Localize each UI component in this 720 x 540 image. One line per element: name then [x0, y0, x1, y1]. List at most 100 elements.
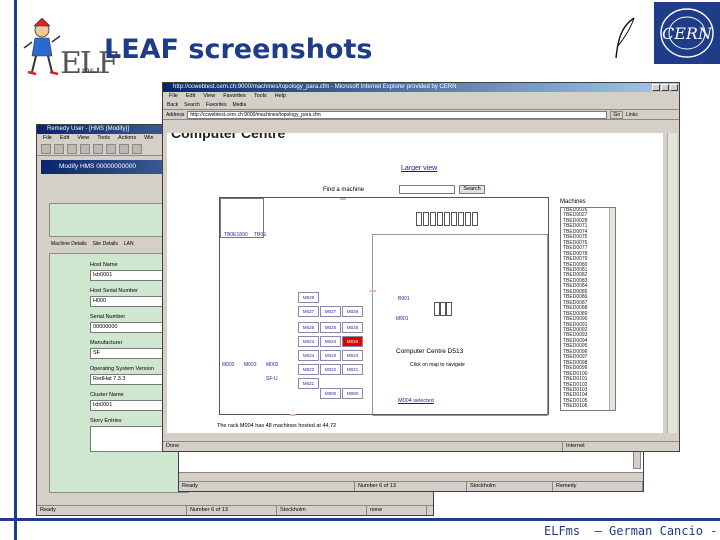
favorites-button[interactable]: Favorites	[206, 100, 227, 109]
elf-logo: ELF ms	[20, 17, 119, 81]
machine-cell[interactable]: M026	[298, 322, 319, 333]
machine-cell[interactable]: M021	[298, 378, 319, 389]
menu-file[interactable]: File	[169, 92, 178, 100]
machine-cell[interactable]: M022	[320, 364, 341, 375]
machine-cell[interactable]: M022	[298, 364, 319, 375]
media-button[interactable]: Media	[233, 100, 247, 109]
machine-cell[interactable]: M026	[342, 306, 363, 317]
status-done: Done	[163, 442, 563, 451]
elf-figure-icon	[23, 17, 61, 76]
bottom-rule	[0, 518, 720, 521]
page-heading: Computer Centre	[171, 133, 286, 141]
menu-file[interactable]: File	[43, 134, 52, 142]
menu-view[interactable]: View	[203, 92, 215, 100]
cern-logo-text: CERN	[662, 24, 712, 43]
plan-left-label[interactable]: M002	[266, 362, 279, 368]
rack[interactable]	[416, 212, 422, 226]
menu-tools[interactable]: Tools	[254, 92, 267, 100]
page-scrollbar[interactable]	[667, 133, 677, 433]
plan-small-label[interactable]: SF-U	[266, 376, 278, 382]
rack[interactable]	[444, 212, 450, 226]
plan-right-label[interactable]: B901	[398, 296, 410, 302]
larger-view-link[interactable]: Larger view	[401, 165, 437, 172]
rack-caption: The rack M004 has 48 machines hosted at …	[217, 423, 337, 429]
machine-cell[interactable]: M000	[320, 388, 341, 399]
close-button[interactable]	[670, 84, 678, 91]
rack[interactable]	[430, 212, 436, 226]
status-ready: Ready	[179, 482, 355, 491]
machine-cell[interactable]: M000	[342, 388, 363, 399]
menu-window[interactable]: Win	[144, 134, 153, 142]
back-button[interactable]: Back	[167, 100, 178, 109]
rack[interactable]	[451, 212, 457, 226]
machine-cell[interactable]: M023	[320, 350, 341, 361]
machine-cell[interactable]: M027	[298, 306, 319, 317]
menu-edit[interactable]: Edit	[60, 134, 69, 142]
selected-machine-link[interactable]: M004 selected	[398, 398, 434, 404]
links-button[interactable]: Links	[626, 112, 638, 118]
ie-window[interactable]: http://ccwebtest.cern.ch:9000/machines/t…	[162, 82, 680, 452]
plan-room	[372, 234, 548, 416]
toolbar-button[interactable]	[67, 144, 77, 154]
machines-scrollbar[interactable]	[609, 208, 615, 410]
status-record: Number 6 of 13	[187, 506, 277, 515]
machine-cell[interactable]: M028	[298, 292, 319, 303]
status-extra: none	[367, 506, 427, 515]
machine-cell[interactable]: M023	[342, 350, 363, 361]
tab-lan[interactable]: LAN	[124, 241, 134, 247]
machine-cell[interactable]: M024	[320, 336, 341, 347]
search-button[interactable]: Search	[184, 100, 200, 109]
plan-left-label[interactable]: M003	[244, 362, 257, 368]
machine-list-item[interactable]: TBED0106	[561, 403, 615, 409]
toolbar-button[interactable]	[106, 144, 116, 154]
menu-favorites[interactable]: Favorites	[223, 92, 246, 100]
machine-cell[interactable]: M021	[342, 364, 363, 375]
toolbar-button[interactable]	[119, 144, 129, 154]
left-rule	[14, 0, 17, 540]
rack[interactable]	[437, 212, 443, 226]
menu-edit[interactable]: Edit	[186, 92, 195, 100]
address-input[interactable]: http://ccwebtest.cern.ch:9000/machines/t…	[187, 110, 608, 119]
remedy-tabs: Machine Details Site Details LAN	[51, 241, 134, 247]
remedy-statusbar: Ready Number 6 of 13 Stockholm none	[37, 505, 433, 515]
scrollbar[interactable]	[633, 449, 641, 469]
tab-site-details[interactable]: Site Details	[93, 241, 118, 247]
remedy-title: Remedy User - [HMS (Modify)]	[47, 126, 130, 132]
floor-plan[interactable]: TB0E1890 TB0E M028 M027 M027 M026 M026 M…	[219, 197, 549, 416]
rack[interactable]	[458, 212, 464, 226]
maximize-button[interactable]	[661, 84, 669, 91]
machine-cell[interactable]: M024	[298, 350, 319, 361]
menu-tools[interactable]: Tools	[97, 134, 110, 142]
machine-cell[interactable]: M024	[298, 336, 319, 347]
address-label: Address	[166, 111, 185, 118]
menu-view[interactable]: View	[77, 134, 89, 142]
tab-machine-details[interactable]: Machine Details	[51, 241, 87, 247]
toolbar-button[interactable]	[93, 144, 103, 154]
toolbar-button[interactable]	[41, 144, 51, 154]
rack[interactable]	[423, 212, 429, 226]
selected-machine-cell[interactable]: M026	[342, 336, 363, 347]
search-submit-button[interactable]: Search	[459, 185, 485, 194]
rack[interactable]	[472, 212, 478, 226]
plan-right-label[interactable]: M901	[396, 316, 409, 322]
toolbar-button[interactable]	[132, 144, 142, 154]
machine-cell[interactable]: M025	[320, 322, 341, 333]
menu-actions[interactable]: Actions	[118, 134, 136, 142]
toolbar-button[interactable]	[80, 144, 90, 154]
machine-cell[interactable]: M025	[342, 322, 363, 333]
go-button[interactable]: Go	[610, 110, 624, 119]
cern-logo: CERN	[654, 2, 720, 64]
machines-list[interactable]: TBED0026 TBED0027 TBED0028 TBED0071 TBED0074…	[560, 207, 616, 411]
search-input[interactable]	[399, 185, 455, 194]
ie-titlebar[interactable]: http://ccwebtest.cern.ch:9000/machines/t…	[163, 83, 679, 92]
plan-left-label[interactable]: M002	[222, 362, 235, 368]
menu-help[interactable]: Help	[275, 92, 286, 100]
rack[interactable]	[465, 212, 471, 226]
rack[interactable]	[446, 302, 452, 316]
toolbar-button[interactable]	[54, 144, 64, 154]
minimize-button[interactable]	[652, 84, 660, 91]
machine-cell[interactable]: M027	[320, 306, 341, 317]
status-server: Stockholm	[277, 506, 367, 515]
field-label: Manufacturer	[90, 340, 123, 346]
status-app: Remedy	[553, 482, 643, 491]
